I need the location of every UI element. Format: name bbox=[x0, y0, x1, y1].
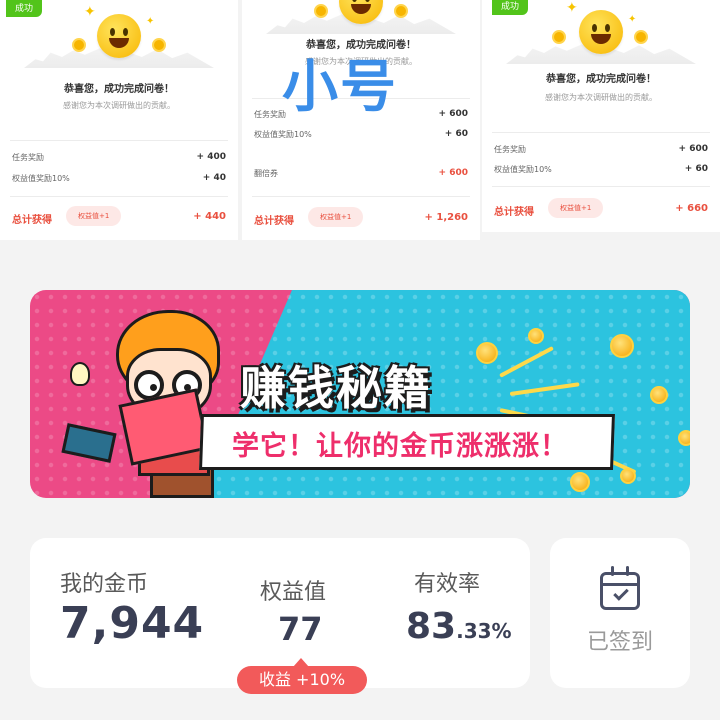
coins-label: 我的金币 bbox=[60, 572, 149, 597]
reward-row: 任务奖励 + 400 bbox=[12, 152, 226, 163]
divider bbox=[10, 140, 228, 141]
result-title: 恭喜您，成功完成问卷！ bbox=[546, 74, 656, 85]
celebration-illustration: ✦ ✦ bbox=[0, 4, 238, 74]
total-value: + 660 bbox=[675, 203, 708, 214]
coin-icon bbox=[72, 38, 86, 52]
result-card-1: 成功 ✦ ✦ 恭喜您，成功完成问卷！ 感谢您为本次调研做出的贡献。 任务奖励 +… bbox=[0, 0, 238, 240]
divider bbox=[492, 132, 710, 133]
coin-icon bbox=[678, 430, 690, 446]
result-subtitle: 感谢您为本次调研做出的贡献。 bbox=[63, 101, 175, 110]
coin-icon bbox=[570, 472, 590, 492]
rights-pill: 权益值+1 bbox=[548, 198, 604, 218]
reward-value: + 40 bbox=[202, 173, 226, 183]
reward-value: + 400 bbox=[196, 152, 226, 162]
reward-value: + 600 bbox=[438, 168, 468, 178]
banner-subtitle: 学它！让你的金币涨涨涨！ bbox=[232, 431, 568, 462]
total-label: 总计获得 bbox=[254, 216, 294, 227]
coin-icon bbox=[152, 38, 166, 52]
total-value: + 440 bbox=[193, 211, 226, 222]
survey-result-screenshots: 成功 ✦ ✦ 恭喜您，成功完成问卷！ 感谢您为本次调研做出的贡献。 任务奖励 +… bbox=[0, 0, 720, 240]
calendar-check-icon bbox=[600, 566, 640, 610]
reward-row: 翻倍券 + 600 bbox=[254, 168, 468, 179]
sparkle-icon: ✦ bbox=[146, 16, 155, 27]
account-stats-card: 我的金币 7,944 权益值 77 有效率 83.33% 收益 +10% bbox=[30, 538, 530, 694]
sparkle-icon: ✦ bbox=[628, 14, 637, 25]
coin-icon bbox=[634, 30, 648, 44]
coins-value[interactable]: 7,944 bbox=[60, 598, 204, 649]
reward-value: + 60 bbox=[444, 129, 468, 139]
checkin-label: 已签到 bbox=[586, 630, 653, 655]
efficiency-value[interactable]: 83.33% bbox=[406, 606, 512, 647]
coin-icon bbox=[528, 328, 544, 344]
reward-label: 任务奖励 bbox=[12, 153, 44, 162]
reward-row: 权益值奖励10% + 40 bbox=[12, 173, 226, 184]
divider bbox=[492, 186, 710, 187]
total-row: 总计获得 权益值+1 + 660 bbox=[494, 198, 708, 218]
total-label: 总计获得 bbox=[12, 215, 52, 226]
coin-icon bbox=[650, 386, 668, 404]
coin-icon bbox=[620, 468, 636, 484]
rights-pill: 权益值+1 bbox=[308, 207, 364, 227]
coin-icon bbox=[476, 342, 498, 364]
reward-label: 任务奖励 bbox=[494, 145, 526, 154]
rights-value[interactable]: 77 bbox=[278, 610, 323, 648]
smiley-icon bbox=[579, 10, 623, 54]
divider bbox=[252, 196, 470, 197]
coin-icon bbox=[314, 4, 328, 18]
celebration-illustration: ✦ ✦ bbox=[482, 0, 720, 70]
efficiency-label: 有效率 bbox=[414, 572, 481, 597]
total-label: 总计获得 bbox=[494, 207, 534, 218]
reward-value: + 600 bbox=[438, 109, 468, 119]
coin-icon bbox=[552, 30, 566, 44]
efficiency-fraction: .33% bbox=[456, 619, 512, 643]
checkin-button[interactable]: 已签到 bbox=[550, 538, 690, 688]
result-subtitle: 感谢您为本次调研做出的贡献。 bbox=[545, 93, 657, 102]
celebration-illustration bbox=[242, 0, 480, 40]
smiley-icon bbox=[97, 14, 141, 58]
reward-row: 任务奖励 + 600 bbox=[494, 144, 708, 155]
efficiency-integer: 83 bbox=[406, 606, 457, 647]
lightbulb-icon bbox=[70, 362, 90, 386]
result-card-3: 成功 ✦ ✦ 恭喜您，成功完成问卷！ 感谢您为本次调研做出的贡献。 任务奖励 +… bbox=[482, 0, 720, 232]
reward-row: 权益值奖励10% + 60 bbox=[494, 164, 708, 175]
reward-label: 翻倍券 bbox=[254, 169, 278, 178]
earn-money-guide-banner[interactable]: 赚钱秘籍 学它！让你的金币涨涨涨！ bbox=[30, 290, 690, 498]
total-value: + 1,260 bbox=[424, 212, 469, 223]
total-row: 总计获得 权益值+1 + 1,260 bbox=[254, 207, 469, 227]
watermark-text: 小号 bbox=[282, 55, 398, 120]
reward-value: + 600 bbox=[678, 144, 708, 154]
sparkle-icon: ✦ bbox=[84, 4, 96, 20]
reward-label: 权益值奖励10% bbox=[254, 130, 312, 139]
coin-icon bbox=[610, 334, 634, 358]
rights-label: 权益值 bbox=[260, 580, 327, 605]
reward-value: + 60 bbox=[684, 164, 708, 174]
rights-pill: 权益值+1 bbox=[66, 206, 122, 226]
sparkle-icon: ✦ bbox=[566, 0, 578, 16]
bonus-badge: 收益 +10% bbox=[237, 658, 367, 694]
coin-icon bbox=[394, 4, 408, 18]
banner-title: 赚钱秘籍 bbox=[240, 361, 432, 415]
reward-label: 权益值奖励10% bbox=[12, 174, 70, 183]
result-title: 恭喜您，成功完成问卷！ bbox=[64, 84, 174, 95]
divider bbox=[10, 196, 228, 197]
reward-row: 权益值奖励10% + 60 bbox=[254, 129, 468, 140]
reward-label: 权益值奖励10% bbox=[494, 165, 552, 174]
total-row: 总计获得 权益值+1 + 440 bbox=[12, 206, 226, 226]
